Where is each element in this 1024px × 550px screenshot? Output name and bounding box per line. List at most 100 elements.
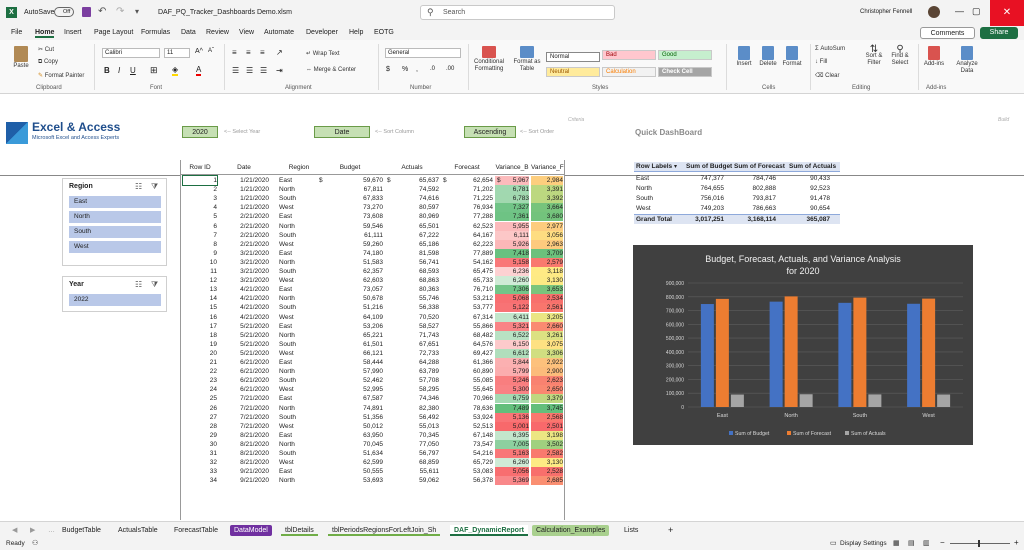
table-cell[interactable]: 70,520 <box>385 313 439 322</box>
table-cell[interactable]: 7/21/2020 <box>219 394 269 403</box>
table-cell[interactable]: 29 <box>183 431 217 440</box>
table-cell[interactable]: South <box>279 449 319 458</box>
style-check-cell[interactable]: Check Cell <box>658 67 712 77</box>
menu-page-layout[interactable]: Page Layout <box>94 29 133 36</box>
menu-formulas[interactable]: Formulas <box>141 29 170 36</box>
table-cell[interactable]: 73,547 <box>441 440 493 449</box>
table-cell[interactable]: 62,357 <box>317 267 383 276</box>
table-cell[interactable]: 5,056 <box>495 467 529 477</box>
table-cell[interactable]: 55,085 <box>441 376 493 385</box>
table-cell[interactable]: 9/21/2020 <box>219 476 269 485</box>
year-slicer-item[interactable]: 2022 <box>69 294 161 306</box>
format-painter-button[interactable]: ✎ Format Painter <box>38 72 84 79</box>
table-cell[interactable]: North <box>279 440 319 449</box>
comments-button[interactable]: Comments <box>920 27 975 39</box>
menu-eotg[interactable]: EOTG <box>374 29 394 36</box>
table-cell[interactable]: 5/21/2020 <box>219 340 269 349</box>
table-cell[interactable]: 7/21/2020 <box>219 422 269 431</box>
table-cell[interactable]: 3,075 <box>531 339 563 349</box>
table-cell[interactable]: 53,777 <box>441 303 493 312</box>
minimize-icon[interactable]: — <box>955 6 964 16</box>
add-sheet-icon[interactable]: + <box>664 525 677 536</box>
table-cell[interactable]: 69,427 <box>441 349 493 358</box>
table-cell[interactable]: 56,741 <box>385 258 439 267</box>
table-cell[interactable]: 1/21/2020 <box>219 176 269 185</box>
font-color-icon[interactable]: A <box>196 65 202 76</box>
menu-developer[interactable]: Developer <box>306 29 338 36</box>
table-cell[interactable]: 65,729 <box>441 458 493 467</box>
table-cell[interactable]: North <box>279 294 319 303</box>
table-cell[interactable]: 63,789 <box>385 367 439 376</box>
table-cell[interactable]: 67,222 <box>385 231 439 240</box>
table-cell[interactable]: 51,583 <box>317 258 383 267</box>
table-cell[interactable]: 5,158 <box>495 257 529 267</box>
clear-filter-icon[interactable]: ⧩ <box>151 182 158 192</box>
table-cell[interactable]: 9 <box>183 249 217 258</box>
table-header-cell[interactable]: Budget <box>317 164 383 171</box>
table-cell[interactable]: 5/21/2020 <box>219 331 269 340</box>
table-cell[interactable]: East <box>279 394 319 403</box>
table-cell[interactable]: West <box>279 240 319 249</box>
table-cell[interactable]: 12 <box>183 276 217 285</box>
table-cell[interactable]: 61,501 <box>317 340 383 349</box>
comma-icon[interactable]: , <box>416 66 418 73</box>
copy-button[interactable]: ⧉ Copy <box>38 59 58 66</box>
table-cell[interactable]: 63,950 <box>317 431 383 440</box>
table-cell[interactable]: 58,444 <box>317 358 383 367</box>
pivot-row[interactable]: East 747,377 784,746 90,433 <box>634 174 840 184</box>
table-cell[interactable]: 8/21/2020 <box>219 431 269 440</box>
table-cell[interactable]: 5,321 <box>495 321 529 331</box>
table-cell[interactable]: 25 <box>183 394 217 403</box>
tab-more-icon[interactable]: … <box>44 525 59 536</box>
share-button[interactable]: Share <box>980 27 1018 39</box>
pivot-filter-icon[interactable]: ▾ <box>674 163 677 170</box>
table-row[interactable]: 29 8/21/2020 East 63,950 70,345 67,148 6,395 3,… <box>181 430 566 440</box>
table-cell[interactable]: 23 <box>183 376 217 385</box>
table-cell[interactable]: 18 <box>183 331 217 340</box>
table-header-cell[interactable]: Variance_F <box>531 164 564 171</box>
table-cell[interactable]: 64,109 <box>317 313 383 322</box>
font-shrink-icon[interactable]: Aˇ <box>208 48 214 54</box>
avatar[interactable] <box>928 6 940 18</box>
filename[interactable]: DAF_PQ_Tracker_Dashboards Demo.xlsm <box>158 9 292 16</box>
menu-file[interactable]: File <box>11 29 22 36</box>
table-cell[interactable]: 73,057 <box>317 285 383 294</box>
table-cell[interactable]: 7/21/2020 <box>219 404 269 413</box>
table-cell[interactable]: 3,306 <box>531 348 563 358</box>
table-cell[interactable]: South <box>279 267 319 276</box>
table-cell[interactable]: 5,246 <box>495 376 529 386</box>
autosave-toggle[interactable]: Off <box>54 7 74 17</box>
table-cell[interactable]: 5,926 <box>495 239 529 249</box>
table-cell[interactable]: 3,130 <box>531 458 563 468</box>
table-cell[interactable]: 54,216 <box>441 449 493 458</box>
table-cell[interactable]: South <box>279 194 319 203</box>
table-row[interactable]: 27 7/21/2020 South 51,356 56,492 53,924 5,136 2… <box>181 412 566 422</box>
style-good-cell[interactable]: Good <box>658 50 712 60</box>
table-cell[interactable]: 8 <box>183 240 217 249</box>
insert-cells-button[interactable]: Insert <box>734 46 754 67</box>
table-row[interactable]: 18 5/21/2020 North 65,221 71,743 68,482 6,522 3… <box>181 330 566 340</box>
table-cell[interactable]: 3/21/2020 <box>219 276 269 285</box>
menu-review[interactable]: Review <box>206 29 229 36</box>
menu-help[interactable]: Help <box>349 29 363 36</box>
table-row[interactable]: 30 8/21/2020 North 70,045 77,050 73,547 7,005 3… <box>181 439 566 449</box>
table-cell[interactable]: 59,546 <box>317 222 383 231</box>
table-cell[interactable]: 6,260 <box>495 458 529 468</box>
table-cell[interactable]: 4 <box>183 203 217 212</box>
table-cell[interactable]: 51,216 <box>317 303 383 312</box>
table-header-cell[interactable]: Actuals <box>385 164 439 171</box>
table-cell[interactable]: 7,306 <box>495 285 529 295</box>
table-cell[interactable]: East <box>279 249 319 258</box>
table-cell[interactable]: 2,900 <box>531 367 563 377</box>
table-cell[interactable]: 6,783 <box>495 194 529 204</box>
table-cell[interactable]: 53,924 <box>441 413 493 422</box>
table-cell[interactable]: 74,592 <box>385 185 439 194</box>
analyze-data-button[interactable]: Analyze Data <box>952 46 982 75</box>
table-row[interactable]: 25 7/21/2020 East 67,587 74,346 70,966 6,759 3,… <box>181 394 566 404</box>
region-slicer[interactable]: Region ☷ ⧩ East North South West <box>62 178 167 266</box>
table-cell[interactable]: 3,056 <box>531 230 563 240</box>
table-cell[interactable]: 65,221 <box>317 331 383 340</box>
page-layout-view-icon[interactable]: ▤ <box>908 539 915 547</box>
table-cell[interactable]: 3,709 <box>531 248 563 258</box>
table-cell[interactable]: 53,693 <box>317 476 383 485</box>
